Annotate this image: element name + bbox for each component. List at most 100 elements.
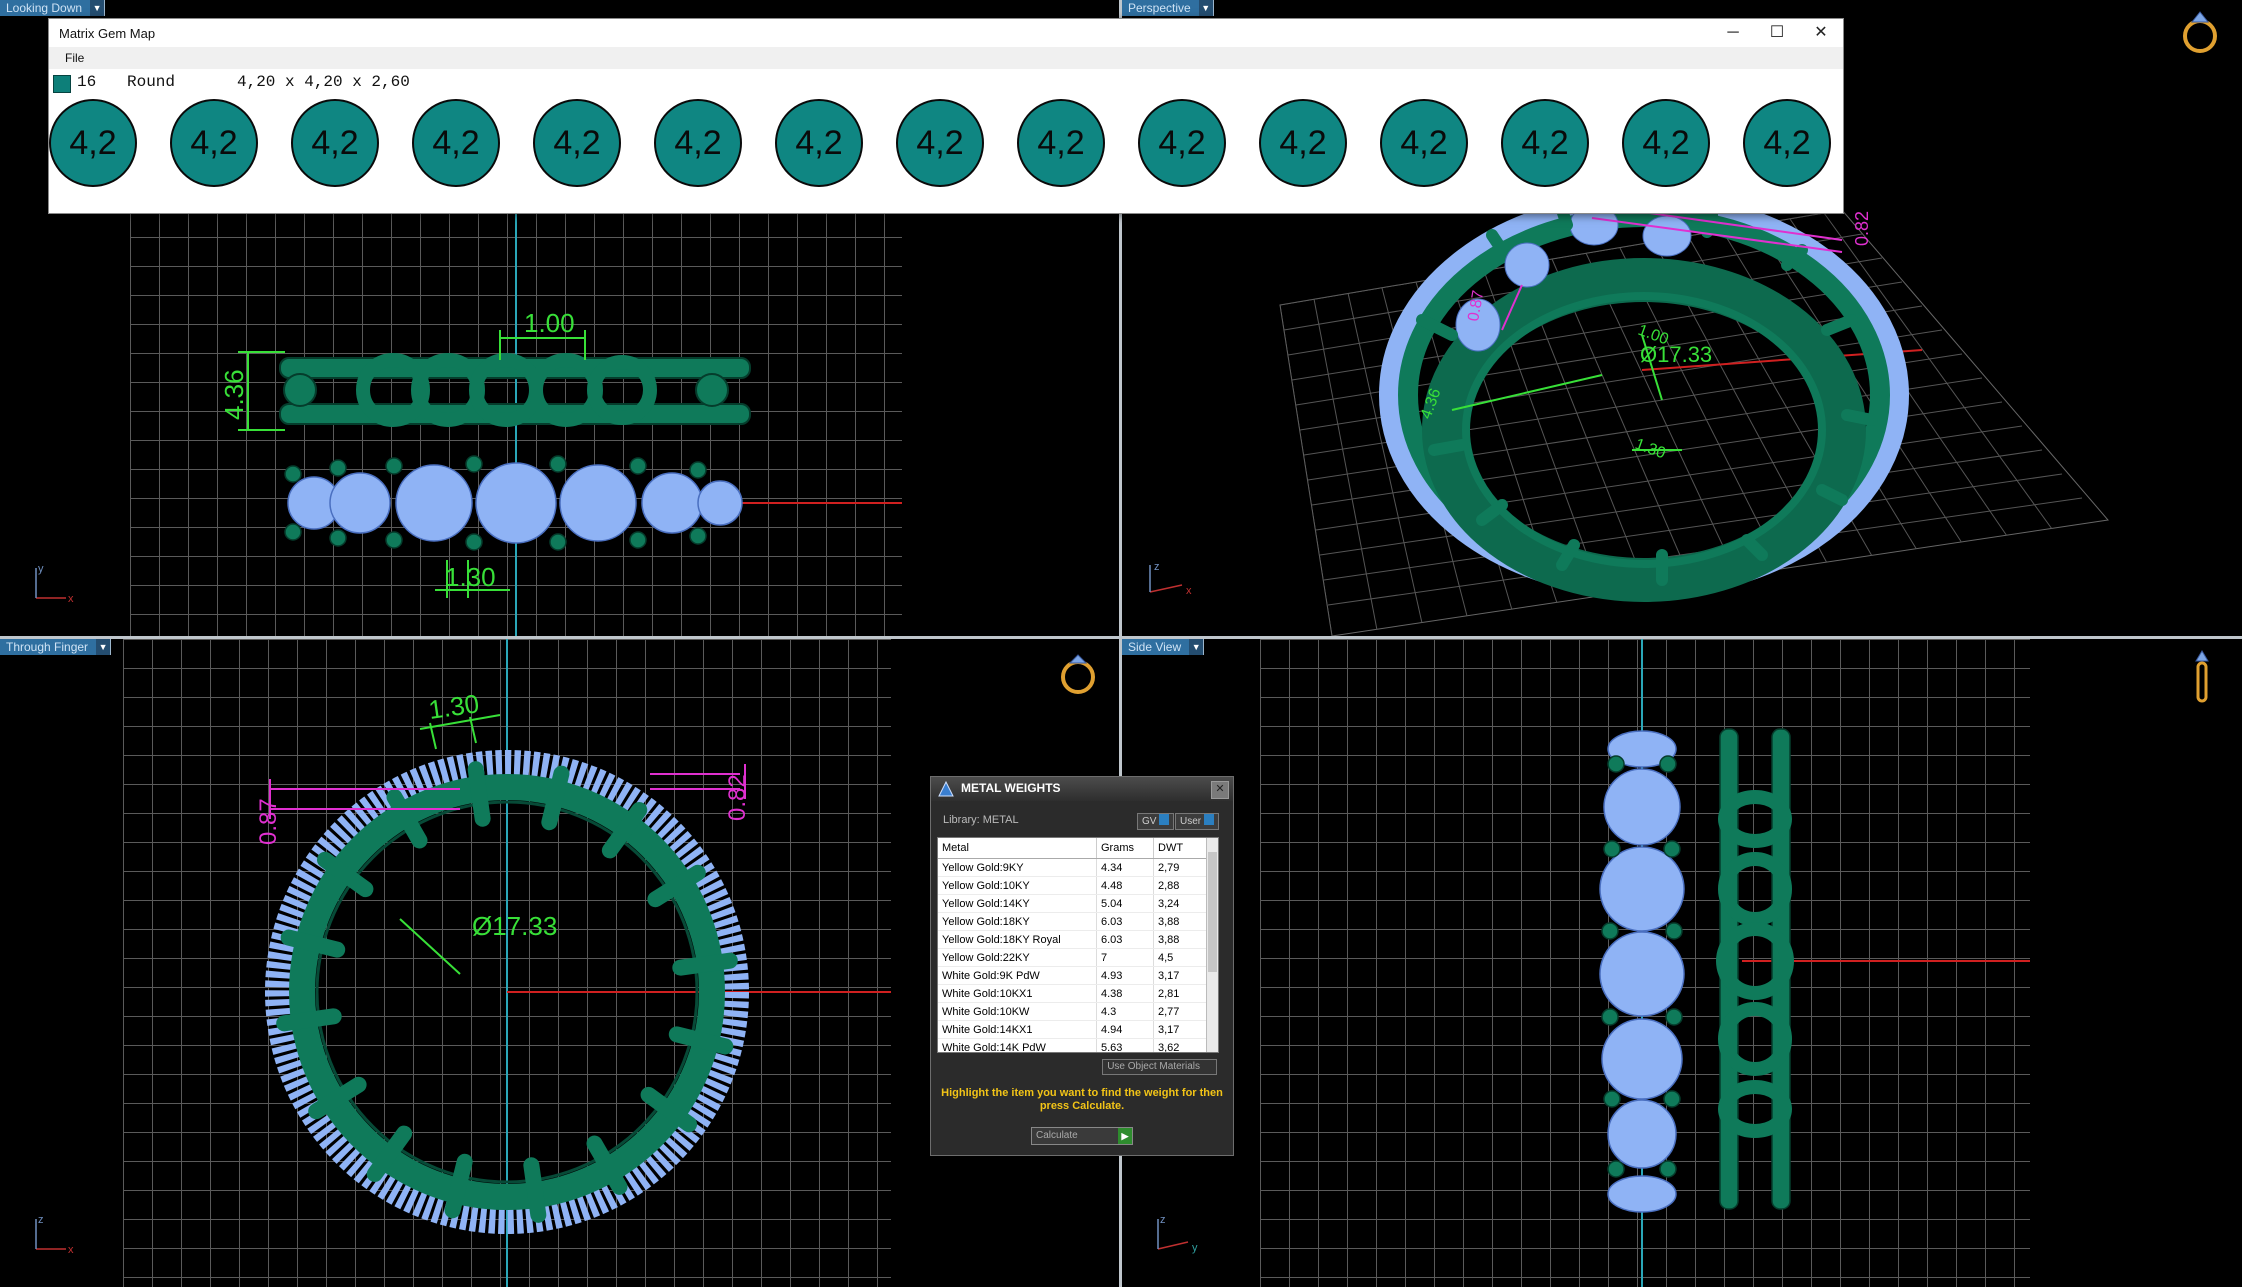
user-button[interactable]: User xyxy=(1175,813,1220,830)
gv-button[interactable]: GV xyxy=(1137,813,1175,830)
table-row[interactable]: White Gold:10KX1 4.38 2,81 xyxy=(938,984,1208,1003)
instruction-message: Highlight the item you want to find the … xyxy=(941,1087,1223,1112)
calculate-label: Calculate xyxy=(1036,1130,1078,1141)
dwt: 2,88 xyxy=(1153,876,1208,895)
gem-circle[interactable]: 4,2 xyxy=(170,99,258,187)
calculate-button[interactable]: Calculate ▶ xyxy=(1031,1127,1133,1145)
column-header[interactable]: Grams xyxy=(1096,838,1154,859)
gem-size: 4,20 x 4,20 x 2,60 xyxy=(237,73,410,91)
gem-circle[interactable]: 4,2 xyxy=(1017,99,1105,187)
viewport-label-looking-down[interactable]: Looking Down ▼ xyxy=(0,0,106,16)
metal-name: White Gold:10KX1 xyxy=(938,984,1097,1003)
table-row[interactable]: Yellow Gold:18KY 6.03 3,88 xyxy=(938,912,1208,931)
dwt: 2,79 xyxy=(1153,858,1208,877)
gem-circle[interactable]: 4,2 xyxy=(1380,99,1468,187)
viewport-label-text: Side View xyxy=(1128,640,1182,654)
table-scrollbar[interactable] xyxy=(1206,838,1218,1052)
grams: 4.3 xyxy=(1096,1002,1154,1021)
gem-circle[interactable]: 4,2 xyxy=(1622,99,1710,187)
axis-v-label: z xyxy=(1154,561,1160,573)
grams: 6.03 xyxy=(1096,912,1154,931)
dim-top-width: 1.00 xyxy=(524,308,575,338)
metal-name: Yellow Gold:22KY xyxy=(938,948,1097,967)
use-object-materials-toggle[interactable]: Use Object Materials xyxy=(1102,1059,1217,1075)
gem-circle[interactable]: 4,2 xyxy=(1259,99,1347,187)
gem-info-row[interactable]: 16 Round 4,20 x 4,20 x 2,60 xyxy=(49,71,1843,93)
panel-title-bar[interactable]: METAL WEIGHTS ✕ xyxy=(931,777,1233,801)
grams: 4.38 xyxy=(1096,984,1154,1003)
dim-diameter: Ø17.33 xyxy=(1640,342,1712,367)
menu-file[interactable]: File xyxy=(65,51,84,65)
minimize-button[interactable]: ─ xyxy=(1711,19,1755,47)
viewport-label-perspective[interactable]: Perspective ▼ xyxy=(1122,0,1214,16)
metal-weights-panel[interactable]: METAL WEIGHTS ✕ Library: METAL GV User M… xyxy=(930,776,1234,1156)
panel-title: METAL WEIGHTS xyxy=(961,781,1061,795)
table-row[interactable]: White Gold:10KW 4.3 2,77 xyxy=(938,1002,1208,1021)
grams: 6.03 xyxy=(1096,930,1154,949)
viewport-label-text: Perspective xyxy=(1128,1,1191,15)
viewport-label-through-finger[interactable]: Through Finger ▼ xyxy=(0,639,112,655)
viewport-label-side-view[interactable]: Side View ▼ xyxy=(1122,639,1205,655)
user-indicator-icon xyxy=(1204,814,1215,825)
metal-name: White Gold:9K PdW xyxy=(938,966,1097,985)
axis-v-label: z xyxy=(1160,1214,1166,1226)
axis-h-label: x xyxy=(68,593,74,605)
metal-name: White Gold:14KX1 xyxy=(938,1020,1097,1039)
gem-circle[interactable]: 4,2 xyxy=(533,99,621,187)
viewport-side-view[interactable]: z y Side View ▼ xyxy=(1122,639,2242,1287)
table-row[interactable]: Yellow Gold:10KY 4.48 2,88 xyxy=(938,876,1208,895)
table-row[interactable]: Yellow Gold:18KY Royal 6.03 3,88 xyxy=(938,930,1208,949)
maximize-button[interactable]: ☐ xyxy=(1755,19,1799,47)
side-view-drawing: z y xyxy=(1157,639,2209,1287)
gem-color-swatch[interactable] xyxy=(53,75,71,93)
table-row[interactable]: White Gold:9K PdW 4.93 3,17 xyxy=(938,966,1208,985)
grams: 5.63 xyxy=(1096,1038,1154,1052)
chevron-down-icon[interactable]: ▼ xyxy=(90,0,105,16)
dwt: 2,81 xyxy=(1153,984,1208,1003)
dim-diameter: Ø17.33 xyxy=(472,911,557,941)
dwt: 4,5 xyxy=(1153,948,1208,967)
table-row[interactable]: Yellow Gold:9KY 4.34 2,79 xyxy=(938,858,1208,877)
table-row[interactable]: White Gold:14KX1 4.94 3,17 xyxy=(938,1020,1208,1039)
metal-name: Yellow Gold:18KY xyxy=(938,912,1097,931)
gv-indicator-icon xyxy=(1159,814,1170,825)
dwt: 3,88 xyxy=(1153,930,1208,949)
metal-table[interactable]: Metal Grams DWT Yellow Gold:9KY 4.34 2,79 … xyxy=(937,837,1219,1053)
grams: 4.48 xyxy=(1096,876,1154,895)
scroll-thumb[interactable] xyxy=(1208,852,1217,972)
chevron-down-icon[interactable]: ▼ xyxy=(96,639,111,655)
viewport-separator-horizontal[interactable] xyxy=(0,636,2242,639)
table-header: Metal Grams DWT xyxy=(938,838,1208,859)
grams: 4.94 xyxy=(1096,1020,1154,1039)
close-button[interactable]: ✕ xyxy=(1211,781,1229,799)
close-button[interactable]: ✕ xyxy=(1799,19,1843,47)
dwt: 2,77 xyxy=(1153,1002,1208,1021)
title-bar[interactable]: Matrix Gem Map ─ ☐ ✕ xyxy=(49,19,1843,47)
axis-h-label: y xyxy=(1192,1242,1198,1254)
chevron-down-icon[interactable]: ▼ xyxy=(1189,639,1204,655)
gem-circle[interactable]: 4,2 xyxy=(291,99,379,187)
play-icon: ▶ xyxy=(1118,1128,1132,1144)
chevron-down-icon[interactable]: ▼ xyxy=(1198,0,1213,16)
grams: 4.34 xyxy=(1096,858,1154,877)
table-row[interactable]: Yellow Gold:14KY 5.04 3,24 xyxy=(938,894,1208,913)
table-row[interactable]: White Gold:14K PdW 5.63 3,62 xyxy=(938,1038,1208,1052)
viewport-label-text: Through Finger xyxy=(6,640,89,654)
gem-circle[interactable]: 4,2 xyxy=(896,99,984,187)
column-header[interactable]: DWT xyxy=(1153,838,1208,859)
gem-circle[interactable]: 4,2 xyxy=(49,99,137,187)
gem-map-window[interactable]: Matrix Gem Map ─ ☐ ✕ File 16 Round 4,20 … xyxy=(48,18,1844,214)
gem-circle[interactable]: 4,2 xyxy=(412,99,500,187)
dwt: 3,17 xyxy=(1153,966,1208,985)
axis-h-label: x xyxy=(1186,585,1192,597)
table-row[interactable]: Yellow Gold:22KY 7 4,5 xyxy=(938,948,1208,967)
dim-bottom-gap: 1.30 xyxy=(445,562,496,592)
axis-v-label: z xyxy=(38,1214,44,1226)
gem-circle[interactable]: 4,2 xyxy=(1743,99,1831,187)
gem-circle[interactable]: 4,2 xyxy=(654,99,742,187)
gem-circle[interactable]: 4,2 xyxy=(1138,99,1226,187)
gem-circle[interactable]: 4,2 xyxy=(1501,99,1589,187)
dwt: 3,62 xyxy=(1153,1038,1208,1052)
gem-circle[interactable]: 4,2 xyxy=(775,99,863,187)
column-header[interactable]: Metal xyxy=(938,838,1097,859)
